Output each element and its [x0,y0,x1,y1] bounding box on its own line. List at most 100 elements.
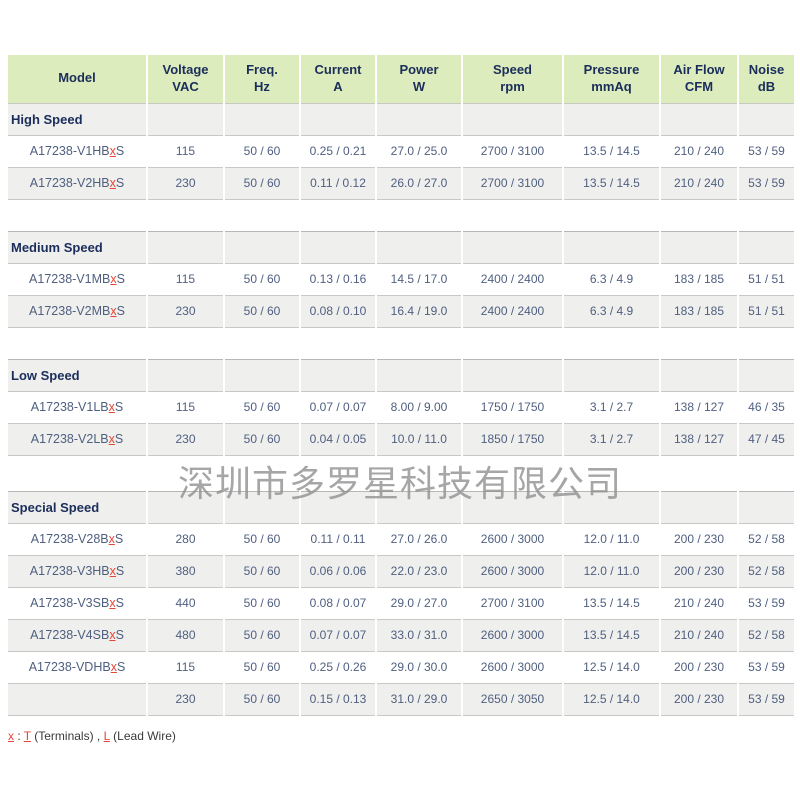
value-cell: 230 [147,295,224,327]
value-cell: 0.11 / 0.11 [300,523,376,555]
section-empty-cell [376,103,462,135]
section-empty-cell [224,359,300,391]
column-header-voltage: Voltage VAC [147,55,224,103]
value-cell: 50 / 60 [224,651,300,683]
section-empty-cell [462,359,563,391]
model-prefix: A17238-V2HB [30,176,110,190]
section-empty-cell [660,231,738,263]
section-empty-cell [147,359,224,391]
table-row: A17238-V28BxS28050 / 600.11 / 0.1127.0 /… [8,523,794,555]
value-cell: 200 / 230 [660,555,738,587]
model-cell: A17238-V28BxS [8,523,147,555]
spacer-row [8,455,794,491]
model-cell: A17238-V1MBxS [8,263,147,295]
value-cell: 52 / 58 [738,523,794,555]
table-row: A17238-V1MBxS11550 / 600.13 / 0.1614.5 /… [8,263,794,295]
value-cell: 12.0 / 11.0 [563,555,660,587]
value-cell: 12.5 / 14.0 [563,651,660,683]
value-cell: 13.5 / 14.5 [563,619,660,651]
value-cell: 27.0 / 26.0 [376,523,462,555]
spacer-cell [8,455,794,491]
value-cell: 6.3 / 4.9 [563,295,660,327]
value-cell: 52 / 58 [738,555,794,587]
value-cell: 200 / 230 [660,651,738,683]
section-empty-cell [660,103,738,135]
column-unit: dB [741,79,792,96]
value-cell: 0.07 / 0.07 [300,391,376,423]
model-cell: A17238-V3SBxS [8,587,147,619]
value-cell: 50 / 60 [224,295,300,327]
value-cell: 115 [147,391,224,423]
section-empty-cell [300,231,376,263]
model-suffix: S [116,596,124,610]
spec-table: Model Voltage VAC Freq. Hz Current A Pow… [8,55,794,716]
value-cell: 53 / 59 [738,167,794,199]
model-prefix: A17238-V1MB [29,272,110,286]
section-title: Low Speed [8,359,147,391]
value-cell: 8.00 / 9.00 [376,391,462,423]
section-empty-cell [462,231,563,263]
value-cell: 2650 / 3050 [462,683,563,715]
section-empty-cell [376,491,462,523]
table-row: A17238-V3HBxS38050 / 600.06 / 0.0622.0 /… [8,555,794,587]
model-suffix: S [116,564,124,578]
value-cell: 0.07 / 0.07 [300,619,376,651]
section-empty-cell [738,231,794,263]
header-row: Model Voltage VAC Freq. Hz Current A Pow… [8,55,794,103]
section-row: Special Speed [8,491,794,523]
value-cell: 2400 / 2400 [462,263,563,295]
value-cell: 2600 / 3000 [462,523,563,555]
column-unit: mmAq [566,79,657,96]
column-unit: VAC [150,79,221,96]
section-empty-cell [462,491,563,523]
value-cell: 12.5 / 14.0 [563,683,660,715]
value-cell: 52 / 58 [738,619,794,651]
section-empty-cell [224,231,300,263]
footnote-leadwire-text: (Lead Wire) [110,729,176,743]
value-cell: 12.0 / 11.0 [563,523,660,555]
model-cell: A17238-V2MBxS [8,295,147,327]
model-suffix: S [117,660,125,674]
column-unit: rpm [465,79,560,96]
section-empty-cell [376,231,462,263]
value-cell: 3.1 / 2.7 [563,391,660,423]
column-unit: A [303,79,373,96]
value-cell: 13.5 / 14.5 [563,135,660,167]
value-cell: 0.08 / 0.10 [300,295,376,327]
value-cell: 2700 / 3100 [462,135,563,167]
section-empty-cell [738,491,794,523]
value-cell: 230 [147,683,224,715]
section-empty-cell [660,359,738,391]
footnote-t-symbol: T [24,729,31,743]
column-label: Air Flow [663,62,735,79]
column-header-power: Power W [376,55,462,103]
model-prefix: A17238-V2MB [29,304,110,318]
value-cell: 50 / 60 [224,555,300,587]
model-prefix: A17238-V28B [31,532,109,546]
table-row: 23050 / 600.15 / 0.1331.0 / 29.02650 / 3… [8,683,794,715]
value-cell: 210 / 240 [660,619,738,651]
section-title: High Speed [8,103,147,135]
model-cell: A17238-VDHBxS [8,651,147,683]
model-cell [8,683,147,715]
value-cell: 51 / 51 [738,295,794,327]
value-cell: 50 / 60 [224,619,300,651]
table-row: A17238-V2HBxS23050 / 600.11 / 0.1226.0 /… [8,167,794,199]
value-cell: 183 / 185 [660,295,738,327]
value-cell: 50 / 60 [224,683,300,715]
section-empty-cell [660,491,738,523]
value-cell: 0.15 / 0.13 [300,683,376,715]
value-cell: 440 [147,587,224,619]
model-suffix: S [116,176,124,190]
column-header-current: Current A [300,55,376,103]
section-empty-cell [738,103,794,135]
section-empty-cell [738,359,794,391]
value-cell: 1750 / 1750 [462,391,563,423]
value-cell: 2600 / 3000 [462,619,563,651]
value-cell: 16.4 / 19.0 [376,295,462,327]
section-row: Medium Speed [8,231,794,263]
value-cell: 31.0 / 29.0 [376,683,462,715]
model-prefix: A17238-V2LB [31,432,109,446]
value-cell: 2400 / 2400 [462,295,563,327]
spacer-row [8,199,794,231]
